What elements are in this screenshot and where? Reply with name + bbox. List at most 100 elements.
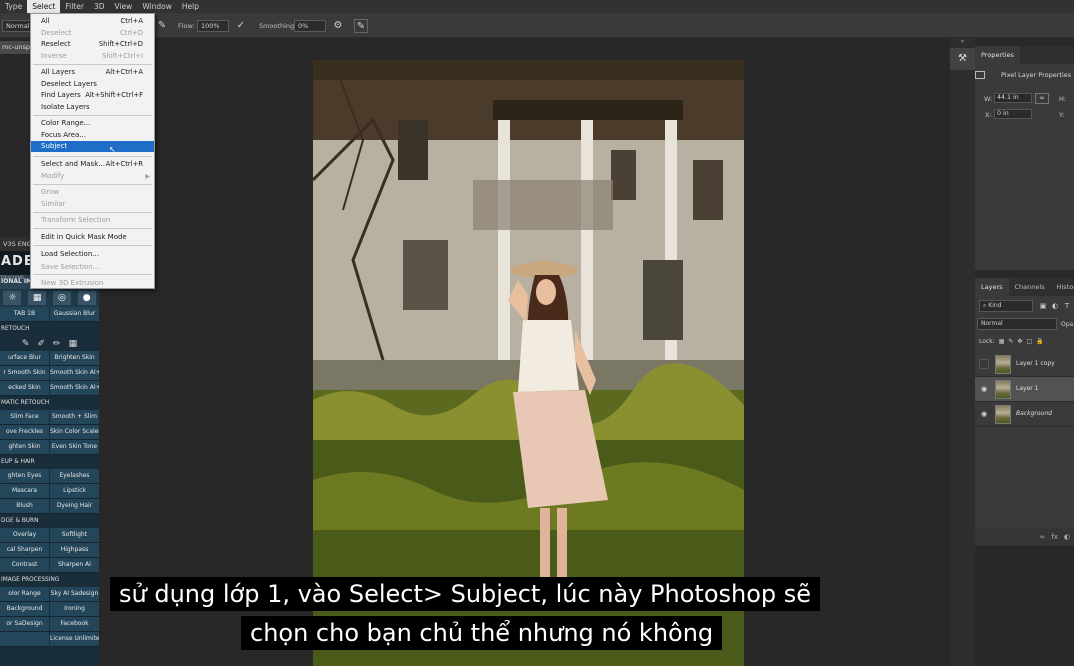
plugin-button-smooth-skin-ai[interactable]: Smooth Skin AI+++ (50, 381, 99, 396)
pressure-icon[interactable]: ✓ (234, 19, 248, 33)
save-icon[interactable]: ▦ (28, 291, 47, 305)
plugin-button-dyeing-hair[interactable]: Dyeing Hair (50, 499, 99, 514)
plugin-button-tab-1b[interactable]: TAB 1B (0, 307, 49, 322)
select-menu-item-reselect[interactable]: Reselect Shift+Ctrl+D (31, 39, 154, 50)
plugin-button-brighten-skin[interactable]: Brighten Skin (50, 351, 99, 366)
menu-view[interactable]: View (110, 0, 138, 13)
plugin-button-skin-color-scales[interactable]: Skin Color Scales (50, 425, 99, 440)
gear-icon[interactable]: ⚙ (331, 19, 345, 33)
tab-layers[interactable]: Layers (975, 278, 1009, 296)
x-input[interactable]: 0 in (994, 109, 1032, 119)
eye-icon[interactable]: ◉ (979, 384, 989, 394)
link-icon[interactable]: ∞ (1035, 93, 1049, 104)
plugin-button-blush[interactable]: Blush (0, 499, 49, 514)
lock-artboard-icon[interactable]: □ (1026, 338, 1032, 345)
blend-mode-select[interactable]: Normal (977, 318, 1057, 330)
plugin-button-eyelashes[interactable]: Eyelashes (50, 469, 99, 484)
menu-type[interactable]: Type (0, 0, 27, 13)
select-menu-item-find-layers[interactable]: Find Layers Alt+Shift+Ctrl+F (31, 90, 154, 101)
eyedropper-icon[interactable]: ✐ (37, 339, 45, 349)
select-menu-item-isolate-layers[interactable]: Isolate Layers (31, 102, 154, 113)
flow-input[interactable]: 100% (197, 20, 229, 32)
kind-filter-select[interactable]: ⌕ Kind (979, 300, 1033, 312)
plugin-button-cal-sharpen[interactable]: cal Sharpen (0, 543, 49, 558)
plugin-button-olor-range[interactable]: olor Range (0, 587, 49, 602)
fx-icon[interactable]: fx (1051, 533, 1058, 541)
menu-filter[interactable]: Filter (60, 0, 89, 13)
document-tab[interactable]: mc-unspl (0, 41, 34, 54)
mask-icon[interactable]: ◐ (1064, 533, 1070, 541)
pen-icon[interactable]: ✏ (53, 339, 61, 349)
plugin-button-blank[interactable] (0, 632, 49, 647)
select-menu-item-color-range[interactable]: Color Range... (31, 118, 154, 129)
pressure-size-icon[interactable]: ✎ (354, 19, 368, 33)
lock-paint-icon[interactable]: ✎ (1008, 338, 1013, 345)
plugin-button-background[interactable]: Background (0, 602, 49, 617)
plugin-button-ghten-eyes[interactable]: ghten Eyes (0, 469, 49, 484)
image-filter-icon[interactable]: ▣ (1038, 300, 1048, 312)
plugin-button-mascara[interactable]: Mascara (0, 484, 49, 499)
plugin-button-even-skin-tone[interactable]: Even Skin Tone (50, 440, 99, 455)
plugin-button-smooth-skin-ai[interactable]: Smooth Skin AI++ (50, 366, 99, 381)
plugin-button-urface-blur[interactable]: urface Blur (0, 351, 49, 366)
plugin-button-contrast[interactable]: Contrast (0, 558, 49, 573)
link-layers-icon[interactable]: ∞ (1039, 533, 1045, 541)
brightness-icon[interactable]: ☼ (3, 291, 22, 305)
color-icon[interactable]: ◎ (52, 291, 71, 305)
plugin-button-facebook[interactable]: Facebook (50, 617, 99, 632)
airbrush-icon[interactable]: ✎ (155, 19, 169, 33)
layer-row-layer-1[interactable]: ◉ Layer 1 (975, 377, 1074, 402)
brush-icon[interactable]: ✎ (22, 339, 30, 349)
plugin-button-ghten-skin[interactable]: ghten Skin (0, 440, 49, 455)
select-menu-item-all[interactable]: All Ctrl+A (31, 16, 154, 27)
eye-icon[interactable]: ◉ (979, 409, 989, 419)
plugin-button-sky-ai-sadesign[interactable]: Sky AI Sadesign (50, 587, 99, 602)
menu-window[interactable]: Window (137, 0, 177, 13)
adjustment-filter-icon[interactable]: ◐ (1050, 300, 1060, 312)
select-menu-item-load-selection[interactable]: Load Selection... (31, 249, 154, 260)
document-image[interactable] (313, 60, 744, 666)
tab-channels[interactable]: Channels (1009, 278, 1051, 296)
layer-row-background[interactable]: ◉ Background (975, 402, 1074, 427)
menu-help[interactable]: Help (177, 0, 204, 13)
options-bar: Normal ✎ Flow: 100% ✓ Smoothing: 0% ⚙ ✎ (0, 13, 1074, 38)
plugin-button-smooth-slim[interactable]: Smooth + Slim (50, 410, 99, 425)
plugin-button-ove-freckles[interactable]: ove Freckles (0, 425, 49, 440)
plugin-button-softlight[interactable]: Softlight (50, 528, 99, 543)
select-menu-item-all-layers[interactable]: All Layers Alt+Ctrl+A (31, 67, 154, 78)
lock-all-icon[interactable]: 🔒 (1036, 338, 1043, 345)
plugin-button-sharpen-ai[interactable]: Sharpen AI (50, 558, 99, 573)
plugin-button-or-sadesign[interactable]: or SaDesign (0, 617, 49, 632)
layer-row-layer-1-copy[interactable]: Layer 1 copy (975, 352, 1074, 377)
plugin-button-highpass[interactable]: Highpass (50, 543, 99, 558)
select-menu-item-select-and-mask[interactable]: Select and Mask... Alt+Ctrl+R (31, 159, 154, 170)
tool-presets-icon[interactable]: ⚒ (950, 48, 975, 70)
menu-3d[interactable]: 3D (89, 0, 110, 13)
plugin-button-gaussian-blur[interactable]: Gaussian Blur (50, 307, 99, 322)
plugin-button-overlay[interactable]: Overlay (0, 528, 49, 543)
plugin-button-ecked-skin[interactable]: ecked Skin (0, 381, 49, 396)
select-menu-item-focus-area[interactable]: Focus Area... (31, 130, 154, 141)
menu-select[interactable]: Select (27, 0, 61, 13)
lock-transparent-icon[interactable]: ▦ (999, 338, 1005, 345)
plugin-button-lipstick[interactable]: Lipstick (50, 484, 99, 499)
select-menu-item-edit-in-quick-mask-mode[interactable]: Edit in Quick Mask Mode (31, 232, 154, 243)
plugin-button-r-smooth-skin[interactable]: r Smooth Skin (0, 366, 49, 381)
eye-hidden-icon[interactable] (979, 359, 989, 369)
plugin-button-license-unlimited[interactable]: License Unlimited (50, 632, 99, 647)
plugin-button-slim-face[interactable]: Slim Face (0, 410, 49, 425)
type-filter-icon[interactable]: T (1062, 300, 1072, 312)
select-menu-item-subject[interactable]: Subject ↖ (31, 141, 154, 154)
person-icon[interactable]: ● (77, 291, 96, 305)
smoothing-input[interactable]: 0% (294, 20, 326, 32)
select-menu-item-deselect-layers[interactable]: Deselect Layers (31, 79, 154, 90)
width-input[interactable]: 44.1 in (994, 93, 1032, 103)
tab-history[interactable]: History (1051, 278, 1074, 296)
lock-position-icon[interactable]: ✥ (1017, 338, 1022, 345)
properties-title-text: Pixel Layer Properties (1001, 71, 1072, 79)
plugin-button-ironing[interactable]: Ironing (50, 602, 99, 617)
collapse-icon[interactable]: » (950, 38, 975, 46)
texture-icon[interactable]: ▦ (69, 339, 78, 349)
tab-properties[interactable]: Properties (975, 46, 1020, 64)
subtitle-line-2: chọn cho bạn chủ thể nhưng nó không (241, 616, 723, 650)
